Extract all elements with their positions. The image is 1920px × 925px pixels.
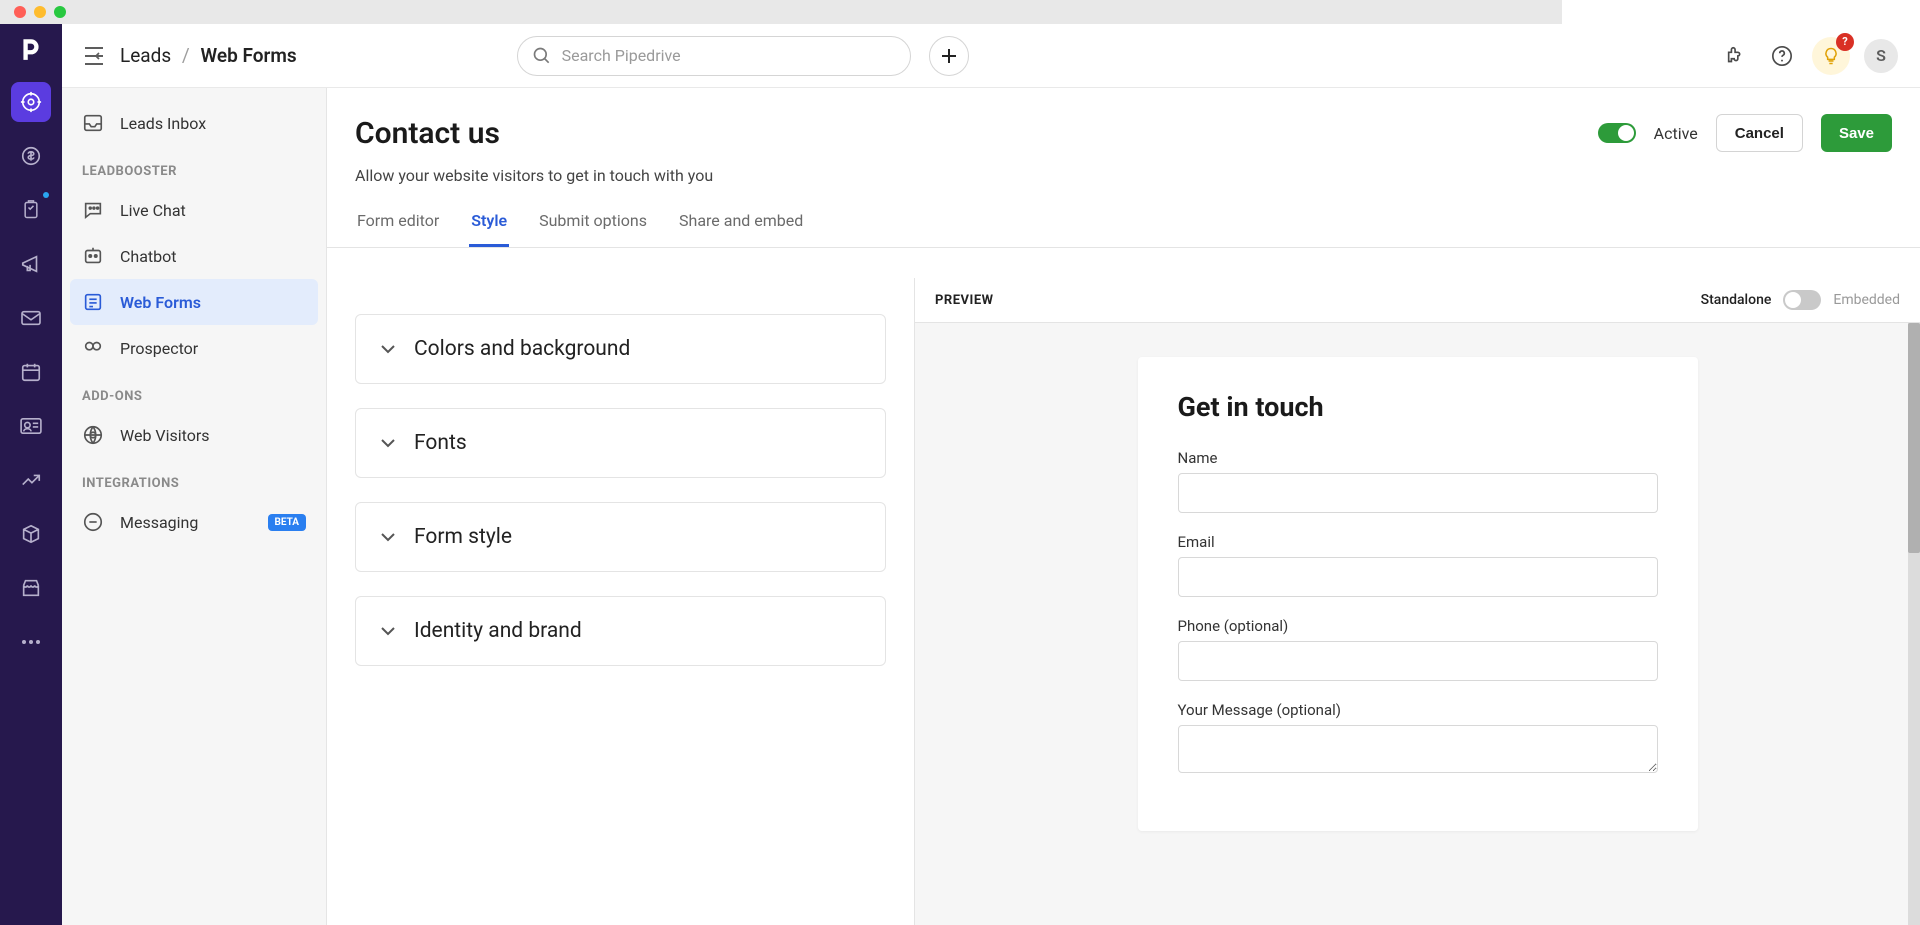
- tab-share-embed[interactable]: Share and embed: [677, 211, 805, 247]
- preview-field-name: Name: [1178, 449, 1658, 513]
- preview-field-email: Email: [1178, 533, 1658, 597]
- accordion-identity-brand[interactable]: Identity and brand: [355, 596, 886, 666]
- page-title: Contact us: [355, 116, 500, 151]
- window-chrome: [0, 0, 1562, 24]
- rail-projects-icon[interactable]: [11, 190, 51, 230]
- sidebar-item-messaging[interactable]: Messaging BETA: [62, 499, 326, 545]
- rail-insights-icon[interactable]: [11, 460, 51, 500]
- chevron-down-icon: [380, 344, 396, 354]
- rail-contacts-icon[interactable]: [11, 406, 51, 446]
- save-button[interactable]: Save: [1821, 114, 1892, 152]
- cancel-button[interactable]: Cancel: [1716, 114, 1803, 152]
- preview-field-phone: Phone (optional): [1178, 617, 1658, 681]
- tips-icon[interactable]: ?: [1812, 37, 1850, 75]
- field-label: Name: [1178, 449, 1658, 467]
- page-header: Contact us Active Cancel Save Allow your…: [327, 88, 1920, 185]
- app-logo[interactable]: [18, 36, 44, 62]
- sidebar-item-label: Web Forms: [120, 293, 201, 312]
- rail-activities-icon[interactable]: [11, 352, 51, 392]
- preview-pane: PREVIEW Standalone Embedded Get in touch…: [914, 278, 1920, 925]
- accordion-form-style[interactable]: Form style: [355, 502, 886, 572]
- sidebar-item-label: Live Chat: [120, 201, 186, 220]
- rail-deals-icon[interactable]: [11, 136, 51, 176]
- accordion-title: Form style: [414, 525, 512, 549]
- icon-rail: [0, 24, 62, 925]
- chevron-down-icon: [380, 438, 396, 448]
- field-label: Phone (optional): [1178, 617, 1658, 635]
- style-settings-pane: Colors and background Fonts Form style I…: [327, 278, 914, 925]
- field-input-phone[interactable]: [1178, 641, 1658, 681]
- field-textarea-message[interactable]: [1178, 725, 1658, 773]
- tips-badge: ?: [1836, 33, 1854, 51]
- preview-label: PREVIEW: [935, 293, 994, 308]
- help-icon[interactable]: [1766, 40, 1798, 72]
- chevron-down-icon: [380, 532, 396, 542]
- tab-submit-options[interactable]: Submit options: [537, 211, 649, 247]
- breadcrumb-current: Web Forms: [200, 44, 296, 67]
- rail-marketplace-icon[interactable]: [11, 568, 51, 608]
- breadcrumb-parent[interactable]: Leads: [120, 44, 171, 67]
- preview-mode-embedded[interactable]: Embedded: [1833, 292, 1900, 308]
- secondary-sidebar: Leads Inbox LEADBOOSTER Live Chat Chatbo…: [62, 88, 327, 925]
- accordion-title: Fonts: [414, 431, 467, 455]
- sidebar-item-chatbot[interactable]: Chatbot: [62, 233, 326, 279]
- accordion-title: Identity and brand: [414, 619, 582, 643]
- preview-field-message: Your Message (optional): [1178, 701, 1658, 777]
- sidebar-item-label: Messaging: [120, 513, 198, 532]
- rail-products-icon[interactable]: [11, 514, 51, 554]
- sidebar-item-web-forms[interactable]: Web Forms: [70, 279, 318, 325]
- search-placeholder: Search Pipedrive: [562, 46, 681, 65]
- user-avatar[interactable]: S: [1864, 39, 1898, 73]
- rail-mail-icon[interactable]: [11, 298, 51, 338]
- preview-mode-standalone[interactable]: Standalone: [1701, 292, 1772, 308]
- sidebar-item-live-chat[interactable]: Live Chat: [62, 187, 326, 233]
- field-label: Email: [1178, 533, 1658, 551]
- preview-mode-toggle[interactable]: [1783, 290, 1821, 310]
- sidebar-item-web-visitors[interactable]: Web Visitors: [62, 412, 326, 458]
- window-maximize-icon[interactable]: [54, 6, 66, 18]
- active-label: Active: [1654, 124, 1698, 143]
- active-toggle[interactable]: [1598, 123, 1636, 143]
- tab-style[interactable]: Style: [469, 211, 509, 247]
- puzzle-icon[interactable]: [1720, 40, 1752, 72]
- sidebar-item-leads-inbox[interactable]: Leads Inbox: [62, 100, 326, 146]
- accordion-fonts[interactable]: Fonts: [355, 408, 886, 478]
- search-input[interactable]: Search Pipedrive: [517, 36, 911, 76]
- field-input-email[interactable]: [1178, 557, 1658, 597]
- breadcrumb-separator: /: [182, 44, 190, 67]
- preview-form-card: Get in touch Name Email Phone (optional): [1138, 357, 1698, 831]
- chevron-down-icon: [380, 626, 396, 636]
- beta-badge: BETA: [268, 514, 307, 531]
- breadcrumb: Leads / Web Forms: [120, 44, 297, 67]
- scrollbar-thumb[interactable]: [1908, 323, 1920, 553]
- sidebar-heading: INTEGRATIONS: [62, 458, 326, 499]
- sidebar-item-prospector[interactable]: Prospector: [62, 325, 326, 371]
- sidebar-item-label: Prospector: [120, 339, 198, 358]
- preview-canvas: Get in touch Name Email Phone (optional): [915, 323, 1920, 925]
- preview-toolbar: PREVIEW Standalone Embedded: [915, 278, 1920, 323]
- sidebar-item-label: Web Visitors: [120, 426, 210, 445]
- rail-leads-icon[interactable]: [11, 82, 51, 122]
- rail-campaigns-icon[interactable]: [11, 244, 51, 284]
- tab-form-editor[interactable]: Form editor: [355, 211, 441, 247]
- sidebar-heading: LEADBOOSTER: [62, 146, 326, 187]
- accordion-title: Colors and background: [414, 337, 630, 361]
- field-label: Your Message (optional): [1178, 701, 1658, 719]
- sidebar-heading: ADD-ONS: [62, 371, 326, 412]
- field-input-name[interactable]: [1178, 473, 1658, 513]
- window-close-icon[interactable]: [14, 6, 26, 18]
- page-subtitle: Allow your website visitors to get in to…: [355, 166, 1892, 185]
- tabs: Form editor Style Submit options Share a…: [327, 211, 1920, 248]
- top-bar: Leads / Web Forms Search Pipedrive ? S: [62, 24, 1920, 88]
- menu-toggle-icon[interactable]: [84, 47, 106, 65]
- accordion-colors-background[interactable]: Colors and background: [355, 314, 886, 384]
- preview-form-title: Get in touch: [1178, 391, 1658, 423]
- rail-more-icon[interactable]: [11, 622, 51, 662]
- scrollbar-track[interactable]: [1908, 323, 1920, 925]
- add-button[interactable]: [929, 36, 969, 76]
- sidebar-item-label: Leads Inbox: [120, 114, 206, 133]
- sidebar-item-label: Chatbot: [120, 247, 177, 266]
- main-content: Contact us Active Cancel Save Allow your…: [327, 88, 1920, 925]
- window-minimize-icon[interactable]: [34, 6, 46, 18]
